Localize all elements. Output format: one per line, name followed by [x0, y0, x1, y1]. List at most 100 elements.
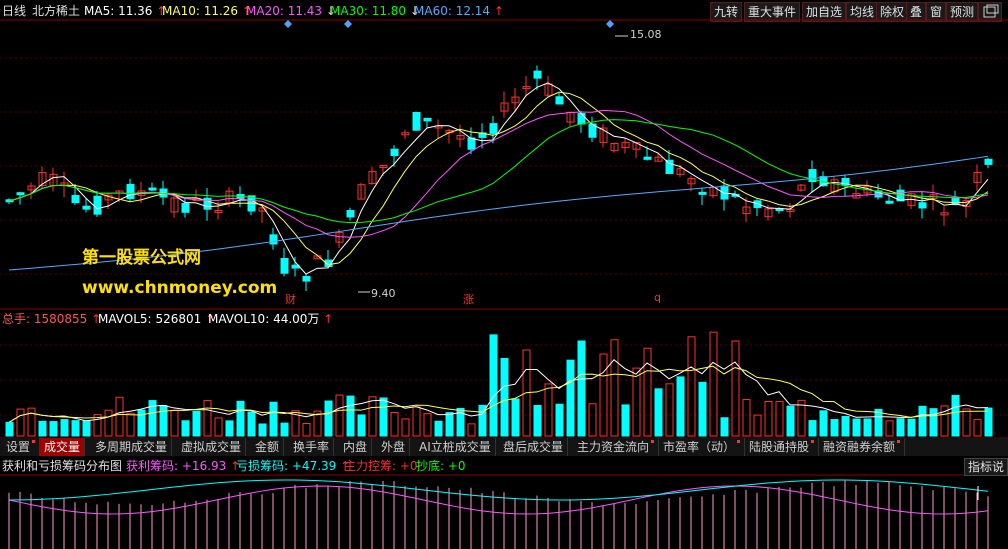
volume-bar [236, 400, 245, 437]
volume-bar [126, 412, 135, 437]
volume-bar [302, 422, 311, 437]
candle-body [412, 111, 421, 131]
candle-body [577, 113, 586, 125]
candle-body [555, 96, 564, 105]
volume-bar [566, 359, 575, 437]
tab-volume[interactable]: 成交量 [40, 438, 86, 456]
candle-body [984, 158, 993, 165]
candle-body [269, 234, 278, 245]
volume-bar [115, 396, 124, 437]
tab-ai-volume[interactable]: AI立桩成交量 [415, 438, 496, 456]
candle-body [467, 137, 476, 150]
volume-bar [258, 423, 267, 437]
volume-bar [863, 418, 872, 437]
tab-label: 陆股通持股 [749, 440, 810, 454]
loss-chips-indicator: 亏损筹码: +47.39 ↑ [236, 458, 350, 474]
event-diamond-icon [284, 20, 292, 28]
tab-margin-balance[interactable]: 融资融券余额 [819, 438, 906, 456]
tab-northbound-holding[interactable]: 陆股通持股 [745, 438, 820, 456]
candle-body [698, 191, 707, 195]
tab-label: 融资融券余额 [823, 440, 896, 454]
indicator-help-button[interactable]: 指标说 [963, 458, 1008, 476]
volume-bar [984, 407, 993, 437]
profit-line [8, 485, 989, 515]
volume-bar [203, 400, 212, 437]
volume-bar [5, 421, 14, 437]
indicator-tab-bar: 设置 成交量 多周期成交量 虚拟成交量 金额 换手率 内盘 外盘 AI立桩成交量… [0, 437, 1008, 456]
volume-bar [808, 420, 817, 437]
tab-outer-volume[interactable]: 外盘 [377, 438, 411, 456]
volume-bar [687, 336, 696, 437]
finance-mark[interactable]: 财 [285, 291, 296, 307]
volume-bar [467, 423, 476, 437]
volume-bar [225, 420, 234, 437]
volume-bar [951, 394, 960, 437]
candle-body [148, 187, 157, 191]
volume-bar [753, 414, 762, 437]
bottom-fishing-indicator: 抄底: +0 [416, 458, 466, 474]
volume-bar [621, 404, 630, 437]
volume-bar [104, 409, 113, 437]
mavol10-arrow: ↑ [323, 312, 334, 326]
tab-multi-period-volume[interactable]: 多周期成交量 [91, 438, 173, 456]
volume-bar [852, 418, 861, 437]
volume-bar [654, 388, 663, 437]
volume-bar [599, 353, 608, 437]
loss-label: 亏损筹码: [236, 459, 289, 473]
tab-amount[interactable]: 金额 [251, 438, 285, 456]
volume-bar [335, 394, 344, 437]
tab-pe-ratio[interactable]: 市盈率（动） [659, 438, 746, 456]
tab-capital-flow[interactable]: 主力资金流向 [573, 438, 660, 456]
event-diamond-icon [606, 20, 614, 28]
volume-bar [390, 411, 399, 437]
profit-label: 获利筹码: [126, 459, 179, 473]
volume-bar [632, 367, 641, 437]
stock-chart-window: 日线 北方稀土 MA5: 11.36 ↑ MA10: 11.26 ↑ MA20:… [0, 0, 1008, 549]
volume-bar [280, 422, 289, 437]
volume-bar [192, 410, 201, 437]
volume-bar [27, 407, 36, 437]
volume-bar [324, 400, 333, 437]
tab-label: 多周期成交量 [95, 440, 168, 454]
tab-settings[interactable]: 设置 [2, 438, 41, 456]
volume-bar [841, 415, 850, 437]
tab-inner-volume[interactable]: 内盘 [339, 438, 373, 456]
candle-body [665, 159, 674, 174]
tab-virtual-volume[interactable]: 虚拟成交量 [177, 438, 247, 456]
volume-bar [764, 400, 773, 437]
volume-bar [896, 418, 905, 437]
tab-label: 虚拟成交量 [181, 440, 242, 454]
volume-bar [973, 419, 982, 437]
candle-body [918, 202, 927, 209]
tab-dot [737, 440, 741, 443]
tab-label: 外盘 [381, 440, 406, 454]
tab-dot [651, 440, 655, 443]
main-control-label: 主力控筹: [344, 459, 397, 473]
tab-label: 成交量 [44, 440, 81, 454]
tab-turnover[interactable]: 换手率 [289, 438, 335, 456]
ma30-line [8, 119, 989, 224]
tab-label: AI立桩成交量 [419, 440, 491, 454]
candle-body [280, 258, 289, 274]
volume-bar [445, 412, 454, 437]
mavol10-label: MAVOL10: [208, 312, 270, 326]
candle-body [885, 200, 894, 204]
loss-value: +47.39 [291, 459, 337, 473]
volume-bar [830, 419, 839, 437]
volume-bar [665, 383, 674, 437]
volume-bar [489, 334, 498, 437]
tab-dot [32, 440, 36, 443]
tab-after-hours-volume[interactable]: 盘后成交量 [499, 438, 569, 456]
volume-bar [500, 357, 509, 437]
volume-bar [379, 397, 388, 437]
limit-up-mark[interactable]: 涨 [463, 291, 474, 307]
candle-body [93, 195, 102, 215]
q-mark[interactable]: q [654, 291, 661, 304]
volume-bar [786, 405, 795, 437]
volume-bar [49, 421, 58, 437]
tab-label: 金额 [255, 440, 280, 454]
high-price-label: 15.08 [630, 28, 662, 41]
candle-body [181, 203, 190, 213]
volume-bar [918, 405, 927, 437]
volume-bar [698, 381, 707, 437]
